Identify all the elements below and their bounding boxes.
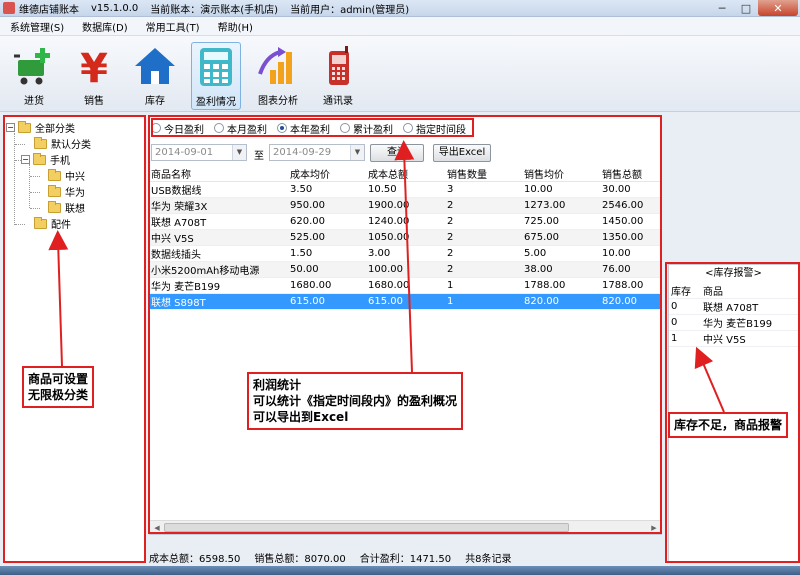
yen-icon: ¥	[72, 44, 116, 92]
profit-tool-label: 盈利情况	[196, 97, 236, 108]
menu-system[interactable]: 系统管理(S)	[10, 19, 64, 34]
maximize-button[interactable]: □	[734, 0, 758, 16]
stock-callout: 库存不足，商品报警	[668, 412, 789, 438]
phone-icon	[316, 44, 360, 88]
callout-line: 库存不足，商品报警	[674, 418, 783, 432]
menu-bar: 系统管理(S) 数据库(D) 常用工具(T) 帮助(H)	[0, 17, 800, 36]
taskbar	[0, 566, 800, 575]
current-ledger: 当前账本：演示账本(手机店)	[150, 4, 279, 16]
menu-tools[interactable]: 常用工具(T)	[146, 19, 200, 34]
callout-line: 可以导出到Excel	[253, 410, 349, 424]
contacts-tool-label: 通讯录	[323, 96, 353, 107]
minimize-button[interactable]: ─	[710, 0, 734, 16]
app-icon	[3, 2, 15, 14]
cart-add-icon	[12, 44, 56, 88]
sales-tool-button[interactable]: ¥ 销售	[69, 42, 119, 110]
close-button[interactable]: ✕	[758, 0, 798, 16]
record-count: 共8条记录	[465, 553, 512, 565]
house-icon	[133, 44, 177, 88]
title-bar: 维德店铺账本 v15.1.0.0 当前账本：演示账本(手机店) 当前用户：adm…	[0, 0, 800, 17]
status-bar: 成本总额：6598.50 销售总额：8070.00 合计盈利：1471.50 共…	[149, 549, 525, 565]
calculator-icon	[194, 45, 238, 89]
svg-text:¥: ¥	[80, 46, 108, 88]
purchase-tool-button[interactable]: 进货	[9, 42, 59, 110]
chart-tool-label: 图表分析	[258, 96, 298, 107]
category-tree-highlight	[3, 115, 146, 563]
chart-tool-button[interactable]: 图表分析	[253, 42, 303, 110]
bar-chart-icon	[256, 44, 300, 88]
current-user: 当前用户：admin(管理员)	[290, 4, 410, 16]
app-name: 维德店铺账本	[19, 4, 79, 16]
period-filter-highlight	[151, 118, 474, 137]
callout-line: 无限极分类	[28, 388, 89, 402]
cost-total: 成本总额：6598.50	[149, 553, 241, 565]
callout-line: 商品可设置	[28, 372, 89, 386]
sales-total: 销售总额：8070.00	[254, 553, 346, 565]
stock-tool-label: 库存	[145, 96, 165, 107]
menu-database[interactable]: 数据库(D)	[82, 19, 128, 34]
purchase-tool-label: 进货	[24, 96, 44, 107]
callout-line: 利润统计	[253, 378, 302, 392]
category-callout: 商品可设置 无限极分类	[22, 366, 95, 408]
main-toolbar: 进货 ¥ 销售 库存 盈利情况 图表分析 通讯录	[0, 36, 800, 112]
app-version: v15.1.0.0	[91, 2, 139, 14]
profit-tool-button[interactable]: 盈利情况	[191, 42, 241, 110]
profit-total: 合计盈利：1471.50	[359, 553, 452, 565]
sales-tool-label: 销售	[84, 96, 104, 107]
profit-panel-highlight	[148, 115, 662, 534]
menu-help[interactable]: 帮助(H)	[218, 19, 253, 34]
stock-tool-button[interactable]: 库存	[130, 42, 180, 110]
callout-line: 可以统计《指定时间段内》的盈利概况	[253, 394, 458, 408]
contacts-tool-button[interactable]: 通讯录	[313, 42, 363, 110]
profit-callout: 利润统计 可以统计《指定时间段内》的盈利概况 可以导出到Excel	[247, 372, 464, 430]
